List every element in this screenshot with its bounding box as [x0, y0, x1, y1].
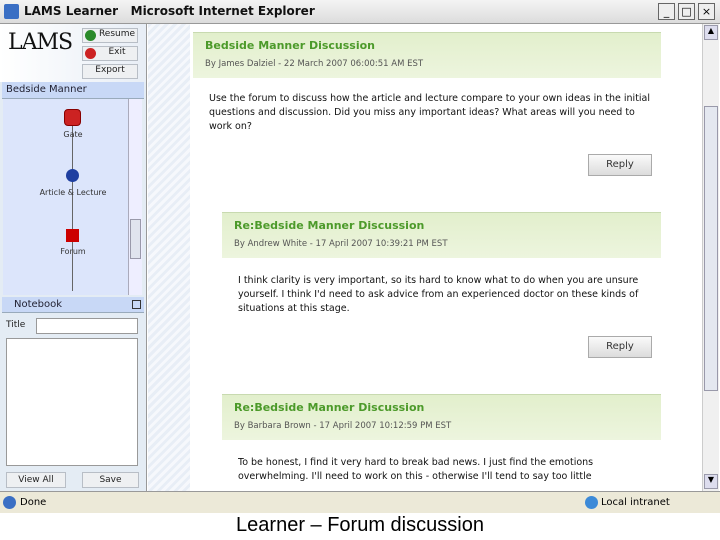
scroll-thumb[interactable] [704, 106, 718, 391]
minimize-button[interactable]: _ [658, 3, 675, 20]
title-bar: LAMS Learner Microsoft Internet Explorer… [0, 0, 720, 24]
post-body: Use the forum to discuss how the article… [209, 93, 651, 132]
maximize-notebook-icon[interactable] [132, 300, 141, 309]
notebook-entry-textarea[interactable] [6, 338, 138, 466]
post-title: Re:Bedside Manner Discussion [234, 219, 425, 232]
page-margin [148, 24, 190, 491]
status-text: Done [20, 497, 47, 508]
exit-button[interactable]: Exit [82, 46, 138, 61]
sequence-map: Gate Article & Lecture Forum [3, 99, 142, 295]
stop-gate-icon[interactable] [64, 109, 81, 126]
page-scrollbar[interactable]: ▲ ▼ [702, 24, 719, 491]
forum-content: Bedside Manner Discussion By James Dalzi… [190, 24, 702, 491]
sidebar: LAMS Resume Exit Export Bedside Manner G… [0, 24, 147, 491]
ie-icon [4, 4, 19, 19]
notebook-title-label: Title [6, 320, 26, 330]
post-title: Re:Bedside Manner Discussion [234, 401, 425, 414]
exit-icon [85, 48, 96, 59]
post-header: Bedside Manner Discussion By James Dalzi… [193, 32, 661, 78]
activity-article-lecture[interactable]: Article & Lecture [13, 188, 133, 197]
window-title: LAMS Learner Microsoft Internet Explorer [24, 4, 315, 18]
globe-icon [585, 496, 598, 509]
post-byline: By Barbara Brown - 17 April 2007 10:12:5… [234, 421, 452, 431]
export-button[interactable]: Export [82, 64, 138, 79]
slide-caption: Learner – Forum discussion [236, 514, 484, 536]
status-bar: Done Local intranet [0, 491, 720, 513]
lesson-title: Bedside Manner [2, 82, 144, 99]
resume-button[interactable]: Resume [82, 28, 138, 43]
current-activity-square-icon[interactable] [66, 229, 79, 242]
notebook-title: Notebook [14, 299, 63, 310]
notebook-header: Notebook [2, 297, 144, 313]
exit-label: Exit [108, 47, 126, 57]
security-zone: Local intranet [601, 497, 670, 508]
lams-logo: LAMS [8, 30, 73, 55]
resume-icon [85, 30, 96, 41]
post-byline: By Andrew White - 17 April 2007 10:39:21… [234, 239, 448, 249]
activity-circle-icon[interactable] [66, 169, 79, 182]
notebook-title-input[interactable] [36, 318, 138, 334]
reply-button[interactable]: Reply [588, 336, 652, 358]
post-byline: By James Dalziel - 22 March 2007 06:00:5… [205, 59, 424, 69]
view-all-button[interactable]: View All [6, 472, 66, 488]
sequence-scrollbar[interactable] [128, 99, 142, 295]
post-header: Re:Bedside Manner Discussion By Barbara … [222, 394, 661, 440]
save-button[interactable]: Save [82, 472, 139, 488]
scroll-up-icon[interactable]: ▲ [704, 25, 718, 40]
activity-forum[interactable]: Forum [13, 247, 133, 256]
scroll-down-icon[interactable]: ▼ [704, 474, 718, 489]
reply-button[interactable]: Reply [588, 154, 652, 176]
post-body: I think clarity is very important, so it… [238, 275, 639, 314]
post-header: Re:Bedside Manner Discussion By Andrew W… [222, 212, 661, 258]
post-title: Bedside Manner Discussion [205, 39, 376, 52]
ie-page-icon [3, 496, 16, 509]
post-body: To be honest, I find it very hard to bre… [238, 457, 594, 482]
maximize-button[interactable]: □ [678, 3, 695, 20]
close-button[interactable]: × [698, 3, 715, 20]
activity-gate[interactable]: Gate [13, 130, 133, 139]
